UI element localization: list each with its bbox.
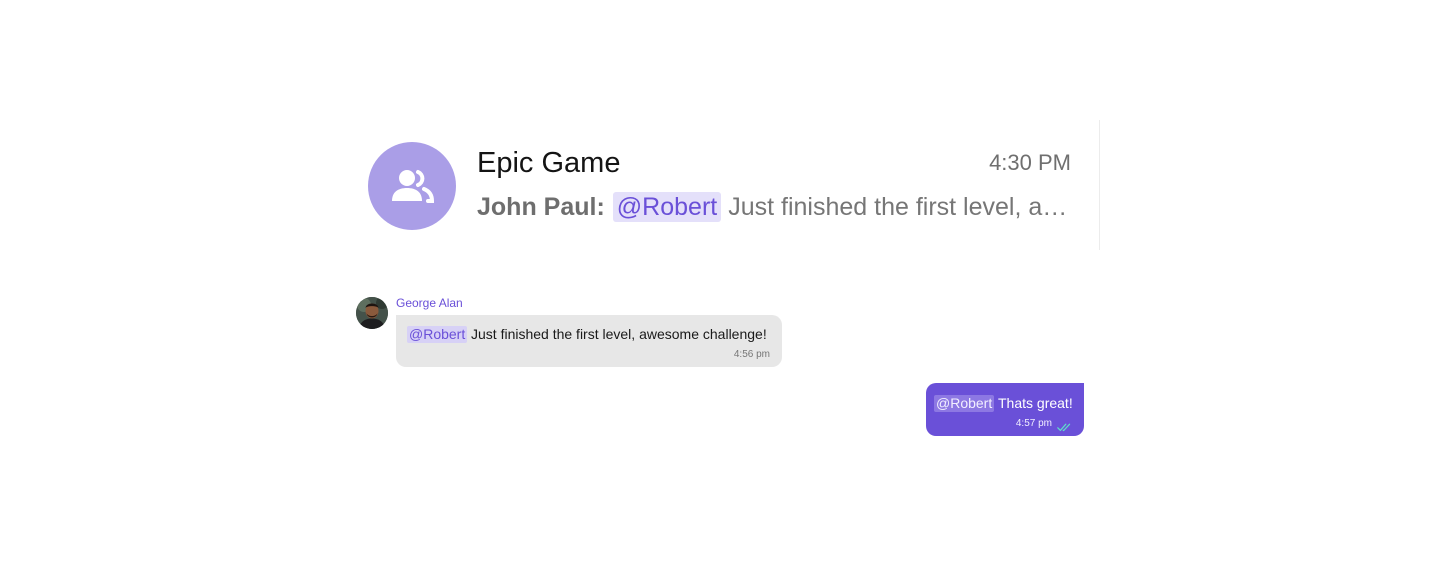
conversation-title: Epic Game — [477, 147, 621, 179]
sender-avatar[interactable] — [356, 297, 388, 329]
chat-page: Epic Game 4:30 PM John Paul: @Robert Jus… — [0, 0, 1440, 564]
message-text: Just finished the first level, awesome c… — [471, 326, 767, 342]
preview-mention[interactable]: @Robert — [612, 192, 722, 222]
incoming-message-bubble[interactable]: @Robert Just finished the first level, a… — [396, 315, 782, 367]
conversation-time: 4:30 PM — [989, 150, 1071, 175]
preview-sender: John Paul: — [477, 193, 605, 221]
outgoing-message-bubble[interactable]: @Robert Thats great! 4:57 pm — [926, 383, 1084, 436]
conversation-preview: John Paul: @Robert Just finished the fir… — [477, 190, 1069, 224]
message-text: Thats great! — [998, 395, 1073, 411]
message-mention[interactable]: @Robert — [407, 326, 468, 343]
message-mention[interactable]: @Robert — [934, 395, 995, 412]
user-photo — [356, 297, 388, 329]
double-check-icon — [1057, 419, 1071, 437]
conversation-list-item[interactable]: Epic Game 4:30 PM John Paul: @Robert Jus… — [368, 120, 1100, 250]
message-sender-name[interactable]: George Alan — [396, 296, 463, 311]
message-time: 4:56 pm — [733, 349, 770, 360]
group-icon — [387, 166, 437, 206]
group-avatar — [368, 142, 456, 230]
message-time: 4:57 pm — [1015, 418, 1052, 429]
preview-text: Just finished the first level, awesome c… — [728, 193, 1069, 221]
